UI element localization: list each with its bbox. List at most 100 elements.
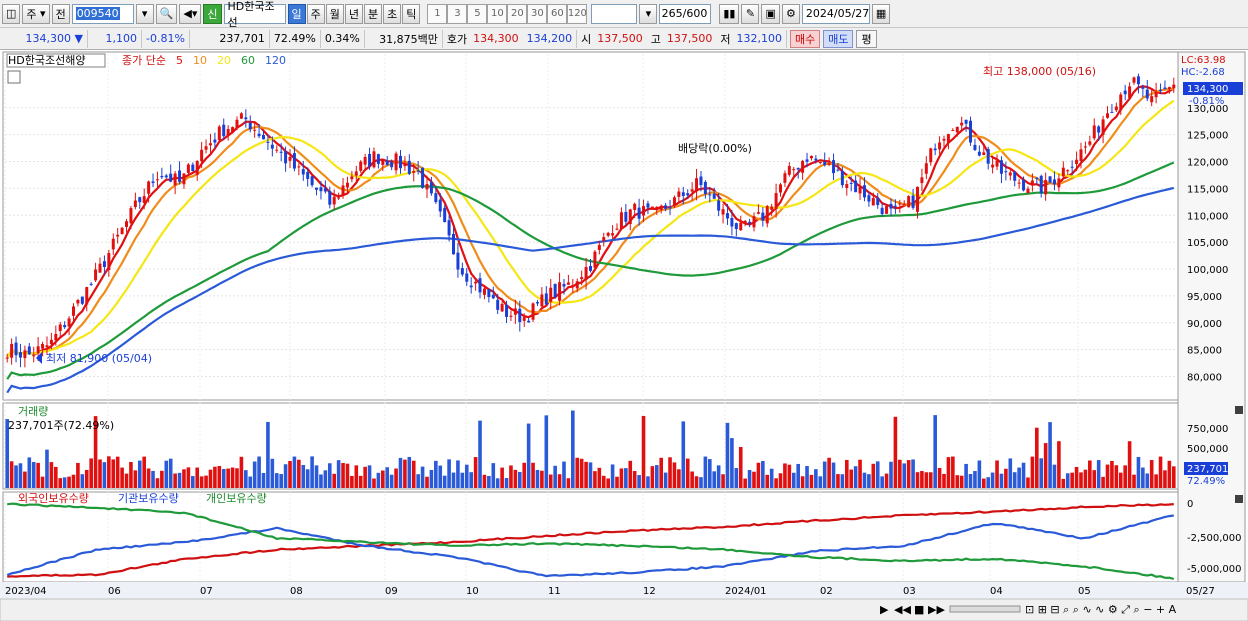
period-tab[interactable]: 년 — [344, 3, 363, 24]
candle-body — [681, 192, 685, 197]
window-menu-icon[interactable]: ◫ — [2, 3, 21, 24]
candle-body — [173, 173, 177, 186]
period-tab[interactable]: 초 — [383, 3, 402, 24]
volume-bar — [111, 459, 116, 488]
volume-bar — [62, 477, 67, 488]
volume-bar — [332, 473, 337, 488]
sell-button[interactable]: 매도 — [823, 29, 854, 48]
last-page-icon[interactable]: ▶▶ — [928, 603, 945, 616]
volume-bar — [407, 456, 412, 488]
volume-bar — [487, 475, 491, 488]
interval-tab[interactable]: 10 — [487, 3, 508, 24]
scroll-right-icon[interactable]: ▶ — [880, 603, 889, 616]
volume-bar — [526, 423, 531, 488]
interval-tab[interactable]: 120 — [567, 3, 588, 24]
save-icon[interactable]: ▣ — [761, 3, 780, 24]
volume-bar — [800, 476, 805, 488]
interval-custom-field[interactable] — [591, 3, 638, 24]
candle-body — [350, 176, 354, 180]
volume-bar — [968, 473, 973, 488]
candle-body — [266, 141, 270, 143]
volume-bar — [668, 457, 672, 488]
stock-chart[interactable]: 130,000125,000120,000115,000110,000105,0… — [0, 50, 1248, 621]
prev-button[interactable]: 전 — [51, 3, 70, 24]
interval-tab[interactable]: 30 — [527, 3, 548, 24]
bid-price: 134,200 — [523, 29, 578, 48]
volume-bar — [257, 456, 261, 488]
period-tab[interactable]: 분 — [364, 3, 383, 24]
code-dropdown-icon[interactable]: ▾ — [135, 3, 154, 24]
volume-bar — [579, 458, 584, 488]
date-field[interactable]: 2024/05/27 — [801, 3, 870, 24]
candle-body — [637, 207, 641, 219]
candle-body — [456, 252, 460, 270]
candle-body — [129, 208, 133, 224]
volume-bar — [354, 465, 359, 488]
candle-body — [164, 175, 168, 178]
interval-tab[interactable]: 5 — [467, 3, 488, 24]
volume-bar — [716, 465, 721, 488]
interval-tab[interactable]: 3 — [447, 3, 468, 24]
period-tab[interactable]: 월 — [325, 3, 344, 24]
volume-bar — [208, 469, 213, 488]
candle-body — [695, 178, 699, 192]
volume-bar — [575, 457, 580, 488]
volume-bar — [464, 464, 469, 488]
count-field[interactable]: 265/600 — [659, 3, 712, 24]
x-axis-tick: 02 — [820, 586, 833, 597]
candle-body — [836, 169, 840, 171]
candle-body — [58, 324, 62, 331]
chart-type-icon[interactable]: ▮▮ — [719, 3, 740, 24]
x-axis-tick: 12 — [643, 586, 656, 597]
shin-badge[interactable]: 신 — [203, 3, 222, 24]
evaluate-button[interactable]: 평 — [856, 29, 877, 48]
candle-body — [478, 278, 482, 293]
grid-toggle-icon[interactable] — [7, 70, 21, 84]
volume-bar — [226, 468, 230, 488]
period-tab[interactable]: 틱 — [402, 3, 421, 24]
code-input[interactable]: 009540 — [71, 3, 134, 24]
volume-close-icon[interactable] — [1235, 406, 1243, 414]
volume-bar — [699, 477, 703, 488]
interval-dropdown-icon[interactable]: ▾ — [639, 3, 658, 24]
high-label: 고 — [650, 32, 661, 46]
volume-bar — [345, 463, 350, 488]
sound-icon[interactable]: ◀▾ — [179, 3, 202, 24]
volume-bar — [367, 465, 372, 488]
low-price: 132,100 — [732, 29, 787, 48]
candle-body — [593, 251, 597, 268]
volume-bar — [310, 456, 314, 488]
holdings-close-icon[interactable] — [1235, 495, 1243, 503]
candle-body — [217, 126, 221, 141]
interval-tab[interactable]: 1 — [427, 3, 448, 24]
volume-bar — [557, 474, 562, 488]
interval-tab[interactable]: 20 — [507, 3, 528, 24]
calendar-icon[interactable]: ▦ — [871, 3, 891, 24]
gear-icon[interactable]: ⚙ — [781, 3, 800, 24]
first-page-icon[interactable]: ◀◀ — [894, 603, 911, 616]
buy-button[interactable]: 매수 — [789, 29, 821, 48]
candle-body — [540, 294, 544, 307]
volume-bar — [327, 463, 332, 488]
draw-tool-icon[interactable]: ✎ — [741, 3, 760, 24]
period-tab[interactable]: 주 — [306, 3, 325, 24]
open-label: 시 — [581, 32, 592, 46]
candle-body — [849, 182, 853, 184]
period-tab[interactable]: 일 — [287, 3, 306, 24]
stock-name-field[interactable]: HD한국조선 — [223, 0, 286, 29]
market-select[interactable]: 주 ▾ — [22, 3, 50, 24]
volume-bar — [1171, 466, 1176, 488]
volume-bar — [1030, 456, 1035, 488]
stop-icon[interactable]: ■ — [914, 603, 924, 616]
volume-bar — [814, 469, 818, 488]
candle-body — [279, 151, 283, 153]
search-icon[interactable]: 🔍 — [155, 3, 178, 24]
candle-body — [805, 159, 809, 162]
candle-body — [505, 304, 509, 317]
zoom-slider[interactable] — [949, 605, 1021, 613]
volume-bar — [548, 474, 553, 488]
candle-body — [1013, 172, 1017, 181]
volume-bar — [588, 462, 593, 488]
chart-tools-icon[interactable]: ⊡ ⊞ ⊟ ⌕ ⌕ ∿ ∿ ⚙ ⤢ ⌕ − + A — [1025, 603, 1177, 616]
interval-tab[interactable]: 60 — [547, 3, 568, 24]
